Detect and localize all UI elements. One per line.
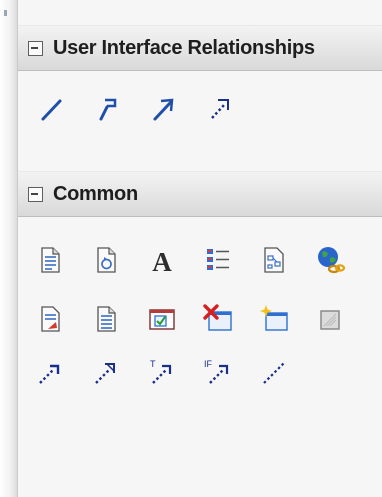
toolbox-row-common-3: T IF (18, 356, 382, 400)
boundary-box-icon[interactable] (314, 303, 346, 335)
checkbox-window-icon[interactable] (146, 303, 178, 335)
svg-text:T: T (150, 359, 156, 369)
dashed-arrow-diagonal-icon[interactable] (90, 356, 122, 388)
dashed-line-icon[interactable] (258, 356, 290, 388)
toolbox-row-ui-relationships (18, 93, 382, 137)
document-icon[interactable] (34, 244, 66, 276)
edge-marker (4, 10, 7, 16)
svg-text:A: A (152, 247, 172, 276)
collapse-minus-icon[interactable] (28, 40, 43, 56)
if-dashed-arrow-icon[interactable]: IF (202, 356, 234, 388)
text-a-icon[interactable]: A (146, 244, 178, 276)
ui-link-line-icon[interactable] (36, 93, 68, 125)
collapse-minus-icon[interactable] (28, 186, 43, 202)
left-panel-edge (0, 0, 18, 497)
document-refresh-icon[interactable] (90, 244, 122, 276)
document-lines-icon[interactable] (90, 303, 122, 335)
toolbox-row-common-2 (18, 303, 382, 347)
list-items-icon[interactable] (202, 244, 234, 276)
delete-window-icon[interactable] (202, 303, 234, 335)
new-window-sparkle-icon[interactable] (258, 303, 290, 335)
ui-dashed-arrow-connector-icon[interactable] (204, 93, 236, 125)
ui-arrow-connector-icon[interactable] (148, 93, 180, 125)
toolbox-row-common-1: A (18, 244, 382, 288)
toolbox-panel: User Interface Relationships Common A T … (18, 0, 382, 497)
diagram-reference-icon[interactable] (258, 244, 290, 276)
dashed-arrow-icon[interactable] (34, 356, 66, 388)
ui-navigate-connector-icon[interactable] (92, 93, 124, 125)
section-header-common[interactable]: Common (18, 171, 382, 217)
svg-text:IF: IF (204, 359, 213, 369)
section-header-user-interface-relationships[interactable]: User Interface Relationships (18, 25, 382, 71)
section-title: Common (53, 182, 138, 205)
section-title: User Interface Relationships (53, 36, 315, 59)
document-red-mark-icon[interactable] (34, 303, 66, 335)
globe-link-icon[interactable] (314, 244, 346, 276)
trace-dashed-arrow-icon[interactable]: T (146, 356, 178, 388)
